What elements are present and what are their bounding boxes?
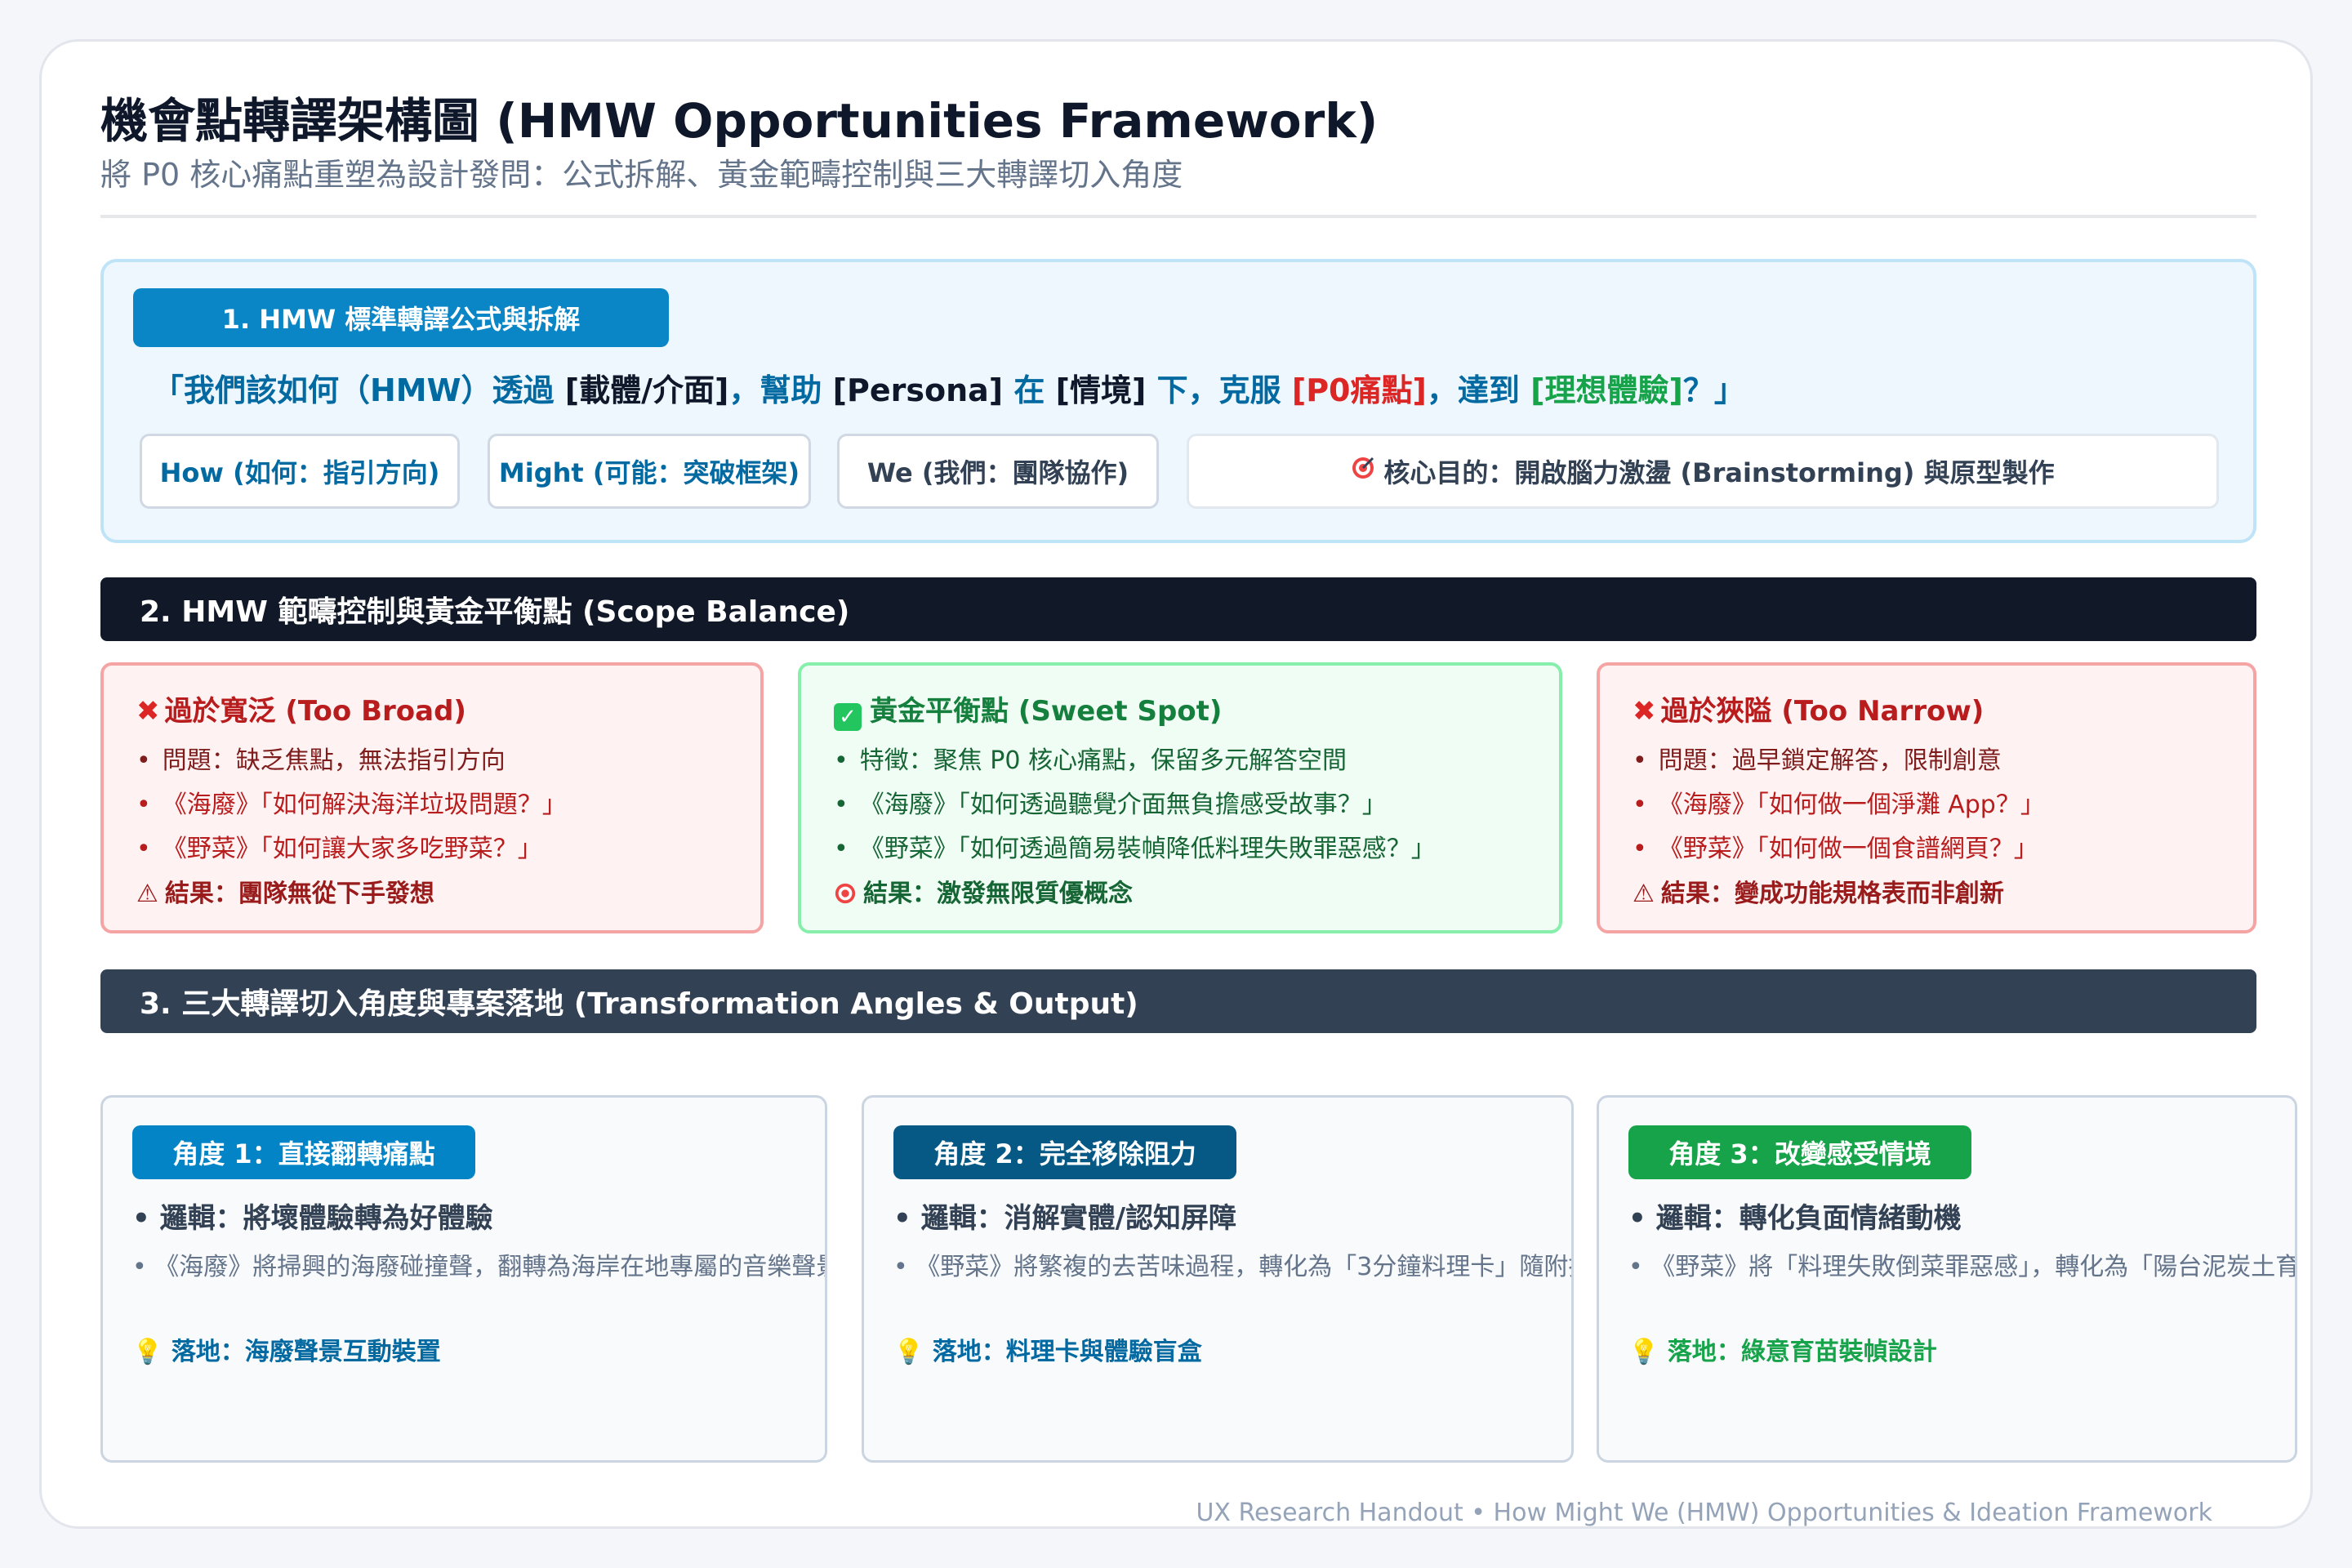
broad-title: ✖ 過於寬泛 (Too Broad) <box>136 688 466 728</box>
check-box-icon: ✓ <box>834 703 862 731</box>
sweet-title-text: 黃金平衡點 (Sweet Spot) <box>870 695 1223 728</box>
section-1-label: 1. HMW 標準轉譯公式與拆解 <box>133 288 669 347</box>
footer-note: UX Research Handout • How Might We (HMW)… <box>1196 1499 2212 1527</box>
formula-ideal-experience: [理想體驗] <box>1530 372 1683 408</box>
formula-part: 「我們該如何（HMW）透過 <box>153 372 565 408</box>
sweet-title: ✓ 黃金平衡點 (Sweet Spot) <box>834 688 1222 731</box>
angle-1-label: 角度 1：直接翻轉痛點 <box>132 1125 475 1179</box>
angle-3-landing: 💡 落地：綠意育苗裝幀設計 <box>1628 1331 1937 1367</box>
angle-1-card: 角度 1：直接翻轉痛點 • 邏輯：將壞體驗轉為好體驗 • 《海廢》將掃興的海廢碰… <box>100 1095 827 1463</box>
angle-2-card: 角度 2：完全移除阻力 • 邏輯：消解實體/認知屏障 • 《野菜》將繁複的去苦味… <box>862 1095 1574 1463</box>
list-item: 特徵：聚焦 P0 核心痛點，保留多元解答空間 <box>834 739 1436 783</box>
cross-mark-icon: ✖ <box>1633 695 1656 728</box>
formula-carrier: [載體/介面] <box>564 372 729 408</box>
chip-we: We (我們：團隊協作) <box>837 434 1159 509</box>
angle-3-example: • 《野菜》將「料理失敗倒菜罪惡感」，轉化為「陽台泥炭土育苗」樂趣 <box>1628 1253 2297 1281</box>
formula-part: ，幫助 <box>728 372 833 408</box>
angle-2-example: • 《野菜》將繁複的去苦味過程，轉化為「3分鐘料理卡」隨附指南 <box>893 1253 1574 1281</box>
scope-too-narrow: ✖過於狹隘 (Too Narrow) 問題：過早鎖定解答，限制創意 《海廢》「如… <box>1597 662 2256 933</box>
angle-3-landing-text: 落地：綠意育苗裝幀設計 <box>1667 1338 1937 1366</box>
narrow-title: ✖ 過於狹隘 (Too Narrow) <box>1633 688 1984 728</box>
warning-icon: ⚠ <box>1633 880 1655 908</box>
target-icon <box>1351 456 1375 487</box>
broad-list: 問題：缺乏焦點，無法指引方向 《海廢》「如何解決海洋垃圾問題？」 《野菜》「如何… <box>136 739 567 871</box>
list-item: 《野菜》「如何做一個食譜網頁？」 <box>1633 827 2045 871</box>
angle-2-label: 角度 2：完全移除阻力 <box>893 1125 1236 1179</box>
lightbulb-icon: 💡 <box>893 1338 933 1366</box>
angle-3-card: 角度 3：改變感受情境 • 邏輯：轉化負面情緒動機 • 《野菜》將「料理失敗倒菜… <box>1597 1095 2297 1463</box>
narrow-result: ⚠ 結果：變成功能規格表而非創新 <box>1633 873 2004 909</box>
angle-2-logic: • 邏輯：消解實體/認知屏障 <box>893 1202 1236 1235</box>
angle-3-label: 角度 3：改變感受情境 <box>1628 1125 1971 1179</box>
page-title: 機會點轉譯架構圖 (HMW Opportunities Framework) <box>100 93 1379 149</box>
scope-sweet-spot: ✓ 黃金平衡點 (Sweet Spot) 特徵：聚焦 P0 核心痛點，保留多元解答… <box>798 662 1562 933</box>
section-formula: 1. HMW 標準轉譯公式與拆解 「我們該如何（HMW）透過 [載體/介面]，幫… <box>100 259 2256 543</box>
broad-title-text: 過於寬泛 (Too Broad) <box>164 695 466 728</box>
cross-mark-icon: ✖ <box>136 695 160 728</box>
target-icon <box>834 880 857 908</box>
handout-card: 機會點轉譯架構圖 (HMW Opportunities Framework) 將… <box>39 39 2313 1529</box>
narrow-title-text: 過於狹隘 (Too Narrow) <box>1660 695 1984 728</box>
angle-1-logic: • 邏輯：將壞體驗轉為好體驗 <box>132 1202 493 1235</box>
list-item: 《野菜》「如何讓大家多吃野菜？」 <box>136 827 567 871</box>
formula-context: [情境] <box>1055 372 1147 408</box>
formula-persona: [Persona] <box>832 372 1004 408</box>
chip-goal: 核心目的：開啟腦力激盪 (Brainstorming) 與原型製作 <box>1187 434 2219 509</box>
list-item: 《海廢》「如何解決海洋垃圾問題？」 <box>136 783 567 827</box>
goal-text: 核心目的：開啟腦力激盪 (Brainstorming) 與原型製作 <box>1383 457 2055 488</box>
section-2-header: 2. HMW 範疇控制與黃金平衡點 (Scope Balance) <box>100 577 2256 641</box>
sweet-result-text: 結果：激發無限質優概念 <box>863 880 1133 908</box>
header-divider <box>100 215 2256 218</box>
narrow-list: 問題：過早鎖定解答，限制創意 《海廢》「如何做一個淨灘 App？」 《野菜》「如… <box>1633 739 2045 871</box>
broad-result: ⚠ 結果：團隊無從下手發想 <box>136 873 434 909</box>
list-item: 《野菜》「如何透過簡易裝幀降低料理失敗罪惡感？」 <box>834 827 1436 871</box>
angle-2-landing: 💡 落地：料理卡與體驗盲盒 <box>893 1331 1202 1367</box>
list-item: 問題：過早鎖定解答，限制創意 <box>1633 739 2045 783</box>
sweet-list: 特徵：聚焦 P0 核心痛點，保留多元解答空間 《海廢》「如何透過聽覺介面無負擔感… <box>834 739 1436 871</box>
angle-1-landing-text: 落地：海廢聲景互動裝置 <box>171 1338 441 1366</box>
formula-part: 下，克服 <box>1146 372 1292 408</box>
hmw-formula: 「我們該如何（HMW）透過 [載體/介面]，幫助 [Persona] 在 [情境… <box>153 365 1745 410</box>
angle-2-landing-text: 落地：料理卡與體驗盲盒 <box>932 1338 1202 1366</box>
angle-1-landing: 💡 落地：海廢聲景互動裝置 <box>132 1331 441 1367</box>
broad-result-text: 結果：團隊無從下手發想 <box>164 880 434 908</box>
lightbulb-icon: 💡 <box>1628 1338 1668 1366</box>
sweet-result: 結果：激發無限質優概念 <box>834 873 1133 909</box>
lightbulb-icon: 💡 <box>132 1338 172 1366</box>
angle-3-logic: • 邏輯：轉化負面情緒動機 <box>1628 1202 1962 1235</box>
section-3-header: 3. 三大轉譯切入角度與專案落地 (Transformation Angles … <box>100 969 2256 1033</box>
list-item: 《海廢》「如何透過聽覺介面無負擔感受故事？」 <box>834 783 1436 827</box>
formula-part: ，達到 <box>1426 372 1531 408</box>
list-item: 《海廢》「如何做一個淨灘 App？」 <box>1633 783 2045 827</box>
page-subtitle: 將 P0 核心痛點重塑為設計發問：公式拆解、黃金範疇控制與三大轉譯切入角度 <box>100 157 1183 193</box>
formula-part: 在 <box>1003 372 1056 408</box>
scope-too-broad: ✖過於寬泛 (Too Broad) 問題：缺乏焦點，無法指引方向 《海廢》「如何… <box>100 662 764 933</box>
chip-might: Might (可能：突破框架) <box>488 434 811 509</box>
warning-icon: ⚠ <box>136 880 158 908</box>
list-item: 問題：缺乏焦點，無法指引方向 <box>136 739 567 783</box>
formula-part: ？」 <box>1682 372 1745 408</box>
angle-1-example: • 《海廢》將掃興的海廢碰撞聲，翻轉為海岸在地專屬的音樂聲景 <box>132 1253 827 1281</box>
narrow-result-text: 結果：變成功能規格表而非創新 <box>1660 880 2004 908</box>
chip-how: How (如何：指引方向) <box>140 434 460 509</box>
formula-pain-point: [P0痛點] <box>1291 372 1427 408</box>
